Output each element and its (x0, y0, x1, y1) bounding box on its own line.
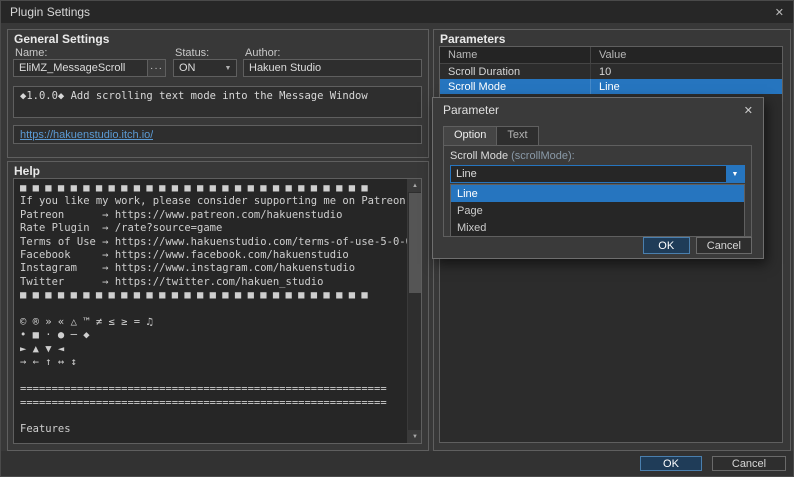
tab-option[interactable]: Option (443, 126, 498, 145)
param-name: Scroll Duration (448, 65, 521, 78)
column-header-name[interactable]: Name (440, 47, 590, 63)
plugin-settings-window: Plugin Settings ✕ General Settings Name:… (0, 0, 794, 477)
help-scrollbar[interactable]: ▲ ▼ (407, 179, 421, 443)
status-label: Status: (175, 47, 210, 59)
scroll-up-button[interactable]: ▲ (408, 179, 421, 192)
param-value: Line (590, 79, 782, 94)
scroll-mode-dropdown: Line Page Mixed (450, 184, 745, 237)
scroll-mode-combobox[interactable]: Line ▼ (450, 165, 745, 183)
parameters-title: Parameters (440, 32, 506, 46)
help-text: ■ ■ ■ ■ ■ ■ ■ ■ ■ ■ ■ ■ ■ ■ ■ ■ ■ ■ ■ ■ … (20, 182, 412, 436)
status-dropdown[interactable]: ON ▼ (173, 59, 237, 77)
tab-text[interactable]: Text (497, 126, 539, 145)
plugin-description: ◆1.0.0◆ Add scrolling text mode into the… (20, 90, 368, 102)
chevron-down-icon: ▼ (224, 64, 232, 72)
dialog-close-icon[interactable]: ✕ (744, 104, 753, 117)
scroll-down-button[interactable]: ▼ (408, 430, 421, 443)
name-input[interactable]: EliMZ_MessageScroll ··· (13, 59, 166, 77)
footer: OK Cancel (1, 451, 793, 476)
help-textarea[interactable]: ■ ■ ■ ■ ■ ■ ■ ■ ■ ■ ■ ■ ■ ■ ■ ■ ■ ■ ■ ■ … (13, 178, 422, 444)
param-name: Scroll Mode (448, 80, 507, 93)
field-hint: (scrollMode): (511, 150, 575, 162)
dialog-tabs: Option Text (443, 126, 539, 145)
dropdown-option[interactable]: Mixed (451, 219, 744, 236)
param-value: 10 (590, 64, 782, 79)
scrollbar-thumb[interactable] (409, 193, 421, 293)
dialog-cancel-button[interactable]: Cancel (695, 237, 752, 254)
dropdown-option[interactable]: Page (451, 202, 744, 219)
help-group: Help ■ ■ ■ ■ ■ ■ ■ ■ ■ ■ ■ ■ ■ ■ ■ ■ ■ ■… (7, 161, 429, 451)
general-settings-group: General Settings Name: EliMZ_MessageScro… (7, 29, 429, 158)
help-title: Help (14, 164, 41, 178)
author-input[interactable]: Hakuen Studio (243, 59, 422, 77)
titlebar[interactable]: Plugin Settings ✕ (1, 1, 793, 23)
table-row[interactable]: Scroll Duration 10 (440, 64, 782, 79)
scroll-mode-label: Scroll Mode (scrollMode): (450, 150, 575, 162)
dialog-ok-button[interactable]: OK (642, 237, 690, 254)
cancel-button[interactable]: Cancel (712, 456, 786, 471)
window-title: Plugin Settings (10, 5, 91, 19)
plugin-link[interactable]: https://hakuenstudio.itch.io/ (20, 129, 153, 141)
parameter-dialog: Parameter ✕ Option Text Scroll Mode (scr… (432, 97, 764, 259)
browse-button[interactable]: ··· (147, 60, 165, 76)
field-label-text: Scroll Mode (450, 150, 509, 162)
combo-value: Line (456, 168, 477, 180)
option-tab-panel: Scroll Mode (scrollMode): Line ▼ Line Pa… (443, 145, 752, 237)
dialog-title: Parameter (443, 103, 500, 117)
plugin-link-box: https://hakuenstudio.itch.io/ (13, 125, 422, 144)
column-header-value[interactable]: Value (590, 47, 782, 63)
dropdown-option[interactable]: Line (451, 185, 744, 202)
table-header: Name Value (440, 47, 782, 64)
table-row[interactable]: Scroll Mode Line (440, 79, 782, 94)
close-icon[interactable]: ✕ (758, 1, 784, 23)
general-settings-title: General Settings (14, 32, 110, 46)
name-label: Name: (15, 47, 48, 59)
dialog-titlebar[interactable]: Parameter ✕ (433, 98, 763, 122)
status-value: ON (179, 62, 196, 74)
name-value: EliMZ_MessageScroll (19, 62, 126, 74)
author-value: Hakuen Studio (249, 62, 322, 74)
chevron-down-icon[interactable]: ▼ (726, 166, 744, 182)
plugin-description-box: ◆1.0.0◆ Add scrolling text mode into the… (13, 86, 422, 118)
author-label: Author: (245, 47, 281, 59)
ok-button[interactable]: OK (640, 456, 702, 471)
dialog-buttons: OK Cancel (642, 237, 752, 254)
